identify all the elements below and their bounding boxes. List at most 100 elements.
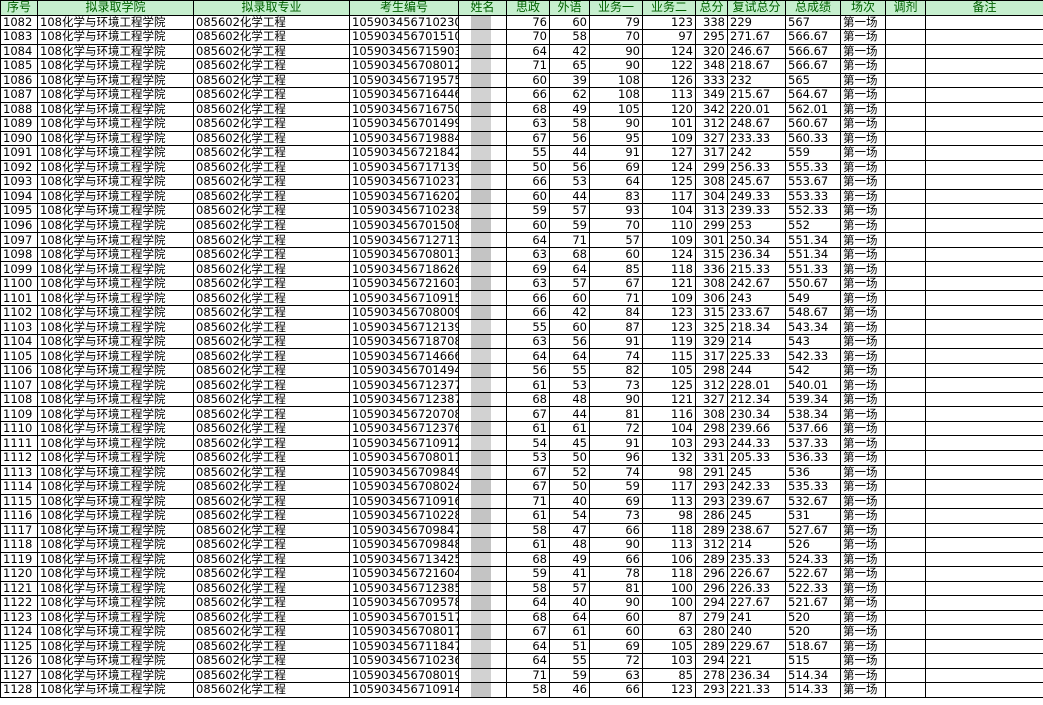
major-cell: 085602化学工程: [193, 159, 350, 176]
major-cell: 085602化学工程: [193, 29, 350, 45]
redacted-name-blur: [471, 611, 491, 624]
subject-1-cell: 74: [589, 348, 643, 364]
total-cell: 331: [695, 450, 728, 466]
name-cell: [458, 377, 507, 393]
name-cell: [458, 406, 507, 422]
transfer-cell: [885, 609, 926, 626]
retest-total-cell: 212.34: [727, 391, 786, 408]
name-cell: [458, 145, 507, 161]
exam-id-cell: 105903456712387: [349, 391, 459, 408]
table-row: 1101 108化学与环境工程学院 085602化学工程 10590345671091…: [0, 290, 1043, 306]
remarks-cell: [925, 174, 1043, 190]
subject-1-cell: 93: [589, 203, 643, 219]
college-cell: 108化学与环境工程学院: [37, 72, 194, 89]
seq-cell: 1087: [0, 87, 38, 103]
seq-cell: 1118: [0, 537, 38, 553]
final-score-cell: 535.33: [785, 479, 841, 495]
table-row: 1089 108化学与环境工程学院 085602化学工程 10590345670149…: [0, 116, 1043, 132]
final-score-cell: 567: [785, 14, 841, 31]
final-score-cell: 564.67: [785, 87, 841, 103]
final-score-cell: 551.34: [785, 232, 841, 248]
name-cell: [458, 580, 507, 597]
subject-2-cell: 85: [642, 667, 696, 684]
session-cell: 第一场: [840, 667, 886, 684]
foreign-language-cell: 65: [549, 58, 590, 74]
name-cell: [458, 217, 507, 234]
name-cell: [458, 537, 507, 553]
politics-cell: 63: [506, 333, 550, 350]
table-row: 1118 108化学与环境工程学院 085602化学工程 10590345670984…: [0, 537, 1043, 553]
transfer-cell: [885, 203, 926, 219]
politics-cell: 53: [506, 450, 550, 466]
admission-table: 序号 拟录取学院 拟录取专业 考生编号 姓名 思政 外语 业务一 业务二 总分 复试总分 总成绩 场次调…: [0, 0, 1043, 698]
major-cell: 085602化学工程: [193, 130, 350, 147]
foreign-language-cell: 54: [549, 508, 590, 524]
foreign-language-cell: 64: [549, 261, 590, 277]
session-cell: 第一场: [840, 290, 886, 306]
subject-1-cell: 66: [589, 682, 643, 698]
remarks-cell: [925, 188, 1043, 205]
remarks-cell: [925, 14, 1043, 31]
transfer-cell: [885, 333, 926, 350]
transfer-cell: [885, 116, 926, 132]
remarks-cell: [925, 217, 1043, 234]
politics-cell: 68: [506, 101, 550, 118]
total-cell: 298: [695, 362, 728, 379]
seq-cell: 1089: [0, 116, 38, 132]
table-row: 1088 108化学与环境工程学院 085602化学工程 10590345671675…: [0, 101, 1043, 118]
retest-total-cell: 235.33: [727, 551, 786, 568]
seq-cell: 1085: [0, 58, 38, 74]
major-cell: 085602化学工程: [193, 508, 350, 524]
name-cell: [458, 682, 507, 698]
redacted-name-blur: [471, 553, 491, 566]
session-cell: 第一场: [840, 420, 886, 437]
transfer-cell: [885, 159, 926, 176]
name-cell: [458, 174, 507, 190]
retest-total-cell: 256.33: [727, 159, 786, 176]
retest-total-cell: 232: [727, 72, 786, 89]
session-cell: 第一场: [840, 551, 886, 568]
major-cell: 085602化学工程: [193, 420, 350, 437]
remarks-cell: [925, 682, 1043, 698]
foreign-language-cell: 48: [549, 537, 590, 553]
subject-1-cell: 83: [589, 188, 643, 205]
transfer-cell: [885, 87, 926, 103]
transfer-cell: [885, 174, 926, 190]
seq-cell: 1083: [0, 29, 38, 45]
table-row: 1096 108化学与环境工程学院 085602化学工程 10590345670150…: [0, 217, 1043, 234]
major-cell: 085602化学工程: [193, 333, 350, 350]
name-cell: [458, 130, 507, 147]
name-cell: [458, 87, 507, 103]
final-score-cell: 536.33: [785, 450, 841, 466]
transfer-cell: [885, 290, 926, 306]
foreign-language-cell: 59: [549, 217, 590, 234]
remarks-cell: [925, 522, 1043, 539]
major-cell: 085602化学工程: [193, 522, 350, 539]
subject-2-cell: 118: [642, 261, 696, 277]
name-cell: [458, 391, 507, 408]
total-cell: 280: [695, 624, 728, 640]
seq-cell: 1125: [0, 638, 38, 655]
name-cell: [458, 493, 507, 510]
retest-total-cell: 248.67: [727, 116, 786, 132]
college-cell: 108化学与环境工程学院: [37, 304, 194, 321]
table-row: 1109 108化学与环境工程学院 085602化学工程 10590345672070…: [0, 406, 1043, 422]
exam-id-cell: 105903456713425: [349, 551, 459, 568]
col-header-subject-2: 业务二: [642, 0, 696, 16]
seq-cell: 1120: [0, 566, 38, 582]
name-cell: [458, 261, 507, 277]
session-cell: 第一场: [840, 653, 886, 669]
foreign-language-cell: 53: [549, 174, 590, 190]
subject-1-cell: 63: [589, 667, 643, 684]
subject-1-cell: 84: [589, 304, 643, 321]
remarks-cell: [925, 130, 1043, 147]
seq-cell: 1116: [0, 508, 38, 524]
remarks-cell: [925, 348, 1043, 364]
col-header-subject-1: 业务一: [589, 0, 643, 16]
transfer-cell: [885, 566, 926, 582]
retest-total-cell: 236.34: [727, 246, 786, 263]
table-row: 1125 108化学与环境工程学院 085602化学工程 10590345671184…: [0, 638, 1043, 655]
name-cell: [458, 29, 507, 45]
final-score-cell: 522.33: [785, 580, 841, 597]
politics-cell: 60: [506, 72, 550, 89]
